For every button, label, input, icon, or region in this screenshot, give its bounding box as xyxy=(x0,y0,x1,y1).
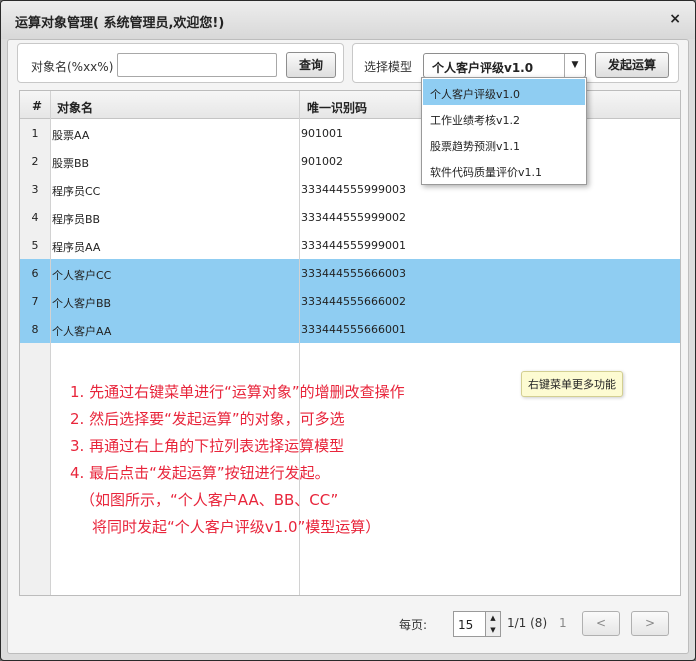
per-page-label: 每页: xyxy=(399,618,428,632)
object-name-cell: 程序员AA xyxy=(52,241,101,254)
object-name-cell: 股票AA xyxy=(52,129,90,142)
unique-id-cell: 333444555999003 xyxy=(301,183,406,196)
instructions-text: 1. 先通过右键菜单进行“运算对象”的增删改查操作 2. 然后选择要“发起运算”的… xyxy=(70,379,405,541)
row-number: 3 xyxy=(31,183,39,196)
model-option[interactable]: 软件代码质量评价v1.1 xyxy=(423,157,585,183)
unique-id-cell: 333444555999002 xyxy=(301,211,406,224)
instruction-line: 将同时发起“个人客户评级v1.0”模型运算） xyxy=(92,518,381,536)
stepper-down-icon[interactable]: ▼ xyxy=(485,624,500,636)
object-name-cell: 个人客户AA xyxy=(52,325,112,338)
row-number: 7 xyxy=(31,295,39,308)
chevron-down-icon[interactable]: ▼ xyxy=(564,54,585,77)
instruction-line: 4. 最后点击“发起运算”按钮进行发起。 xyxy=(70,464,330,482)
unique-id-cell: 901001 xyxy=(301,127,343,140)
table-row[interactable]: 7 个人客户BB 333444555666002 xyxy=(20,287,680,315)
table-row[interactable]: 8 个人客户AA 333444555666001 xyxy=(20,315,680,343)
next-page-button[interactable]: > xyxy=(631,611,669,636)
instruction-line: 1. 先通过右键菜单进行“运算对象”的增删改查操作 xyxy=(70,383,405,401)
unique-id-cell: 901002 xyxy=(301,155,343,168)
row-number: 5 xyxy=(31,239,39,252)
model-select[interactable]: 个人客户评级v1.0 ▼ xyxy=(423,53,586,78)
model-label: 选择模型 xyxy=(364,60,413,74)
header-number[interactable]: # xyxy=(32,99,42,113)
instruction-line: 3. 再通过右上角的下拉列表选择运算模型 xyxy=(70,437,345,455)
dialog-window: 运算对象管理( 系统管理员,欢迎您!) × 对象名(%xx%) 查询 选择模型 … xyxy=(0,0,696,661)
title-bar: 运算对象管理( 系统管理员,欢迎您!) × xyxy=(1,1,695,39)
model-option[interactable]: 工作业绩考核v1.2 xyxy=(423,105,585,131)
page-info: 1/1 (8) xyxy=(507,616,548,630)
table-row[interactable]: 6 个人客户CC 333444555666003 xyxy=(20,259,680,287)
model-select-value: 个人客户评级v1.0 xyxy=(432,61,534,75)
model-option[interactable]: 股票趋势预测v1.1 xyxy=(423,131,585,157)
instruction-line: 2. 然后选择要“发起运算”的对象，可多选 xyxy=(70,410,345,428)
column-divider xyxy=(50,91,51,595)
model-option[interactable]: 个人客户评级v1.0 xyxy=(423,79,585,105)
per-page-value: 15 xyxy=(458,618,474,632)
model-dropdown-list: 个人客户评级v1.0 工作业绩考核v1.2 股票趋势预测v1.1 软件代码质量评… xyxy=(421,77,587,185)
close-icon[interactable]: × xyxy=(669,11,681,27)
query-button[interactable]: 查询 xyxy=(286,52,336,78)
window-title: 运算对象管理( 系统管理员,欢迎您!) xyxy=(15,16,225,31)
table-row[interactable]: 4 程序员BB 333444555999002 xyxy=(20,203,680,231)
object-name-cell: 个人客户CC xyxy=(52,269,112,282)
per-page-stepper[interactable]: 15 ▲ ▼ xyxy=(453,611,501,637)
row-number: 6 xyxy=(31,267,39,280)
submit-calculation-button[interactable]: 发起运算 xyxy=(595,52,669,78)
unique-id-cell: 333444555999001 xyxy=(301,239,406,252)
context-menu-tooltip: 右键菜单更多功能 xyxy=(521,371,623,397)
unique-id-cell: 333444555666003 xyxy=(301,267,406,280)
instruction-line: （如图所示，“个人客户AA、BB、CC” xyxy=(80,491,339,509)
search-label: 对象名(%xx%) xyxy=(31,60,114,74)
object-name-cell: 程序员CC xyxy=(52,185,101,198)
header-object-name[interactable]: 对象名 xyxy=(57,99,93,116)
search-input[interactable] xyxy=(117,53,277,77)
object-name-cell: 程序员BB xyxy=(52,213,101,226)
object-name-cell: 个人客户BB xyxy=(52,297,112,310)
object-name-cell: 股票BB xyxy=(52,157,90,170)
pagination-bar: 每页: 15 ▲ ▼ 1/1 (8) 1 < > xyxy=(19,602,679,642)
prev-page-button[interactable]: < xyxy=(582,611,620,636)
row-number: 2 xyxy=(31,155,39,168)
row-number: 8 xyxy=(31,323,39,336)
row-number: 1 xyxy=(31,127,39,140)
unique-id-cell: 333444555666001 xyxy=(301,323,406,336)
table-row[interactable]: 5 程序员AA 333444555999001 xyxy=(20,231,680,259)
unique-id-cell: 333444555666002 xyxy=(301,295,406,308)
header-unique-id[interactable]: 唯一识别码 xyxy=(307,99,367,116)
row-number: 4 xyxy=(31,211,39,224)
search-group: 对象名(%xx%) 查询 xyxy=(17,43,344,83)
current-page[interactable]: 1 xyxy=(559,616,567,630)
